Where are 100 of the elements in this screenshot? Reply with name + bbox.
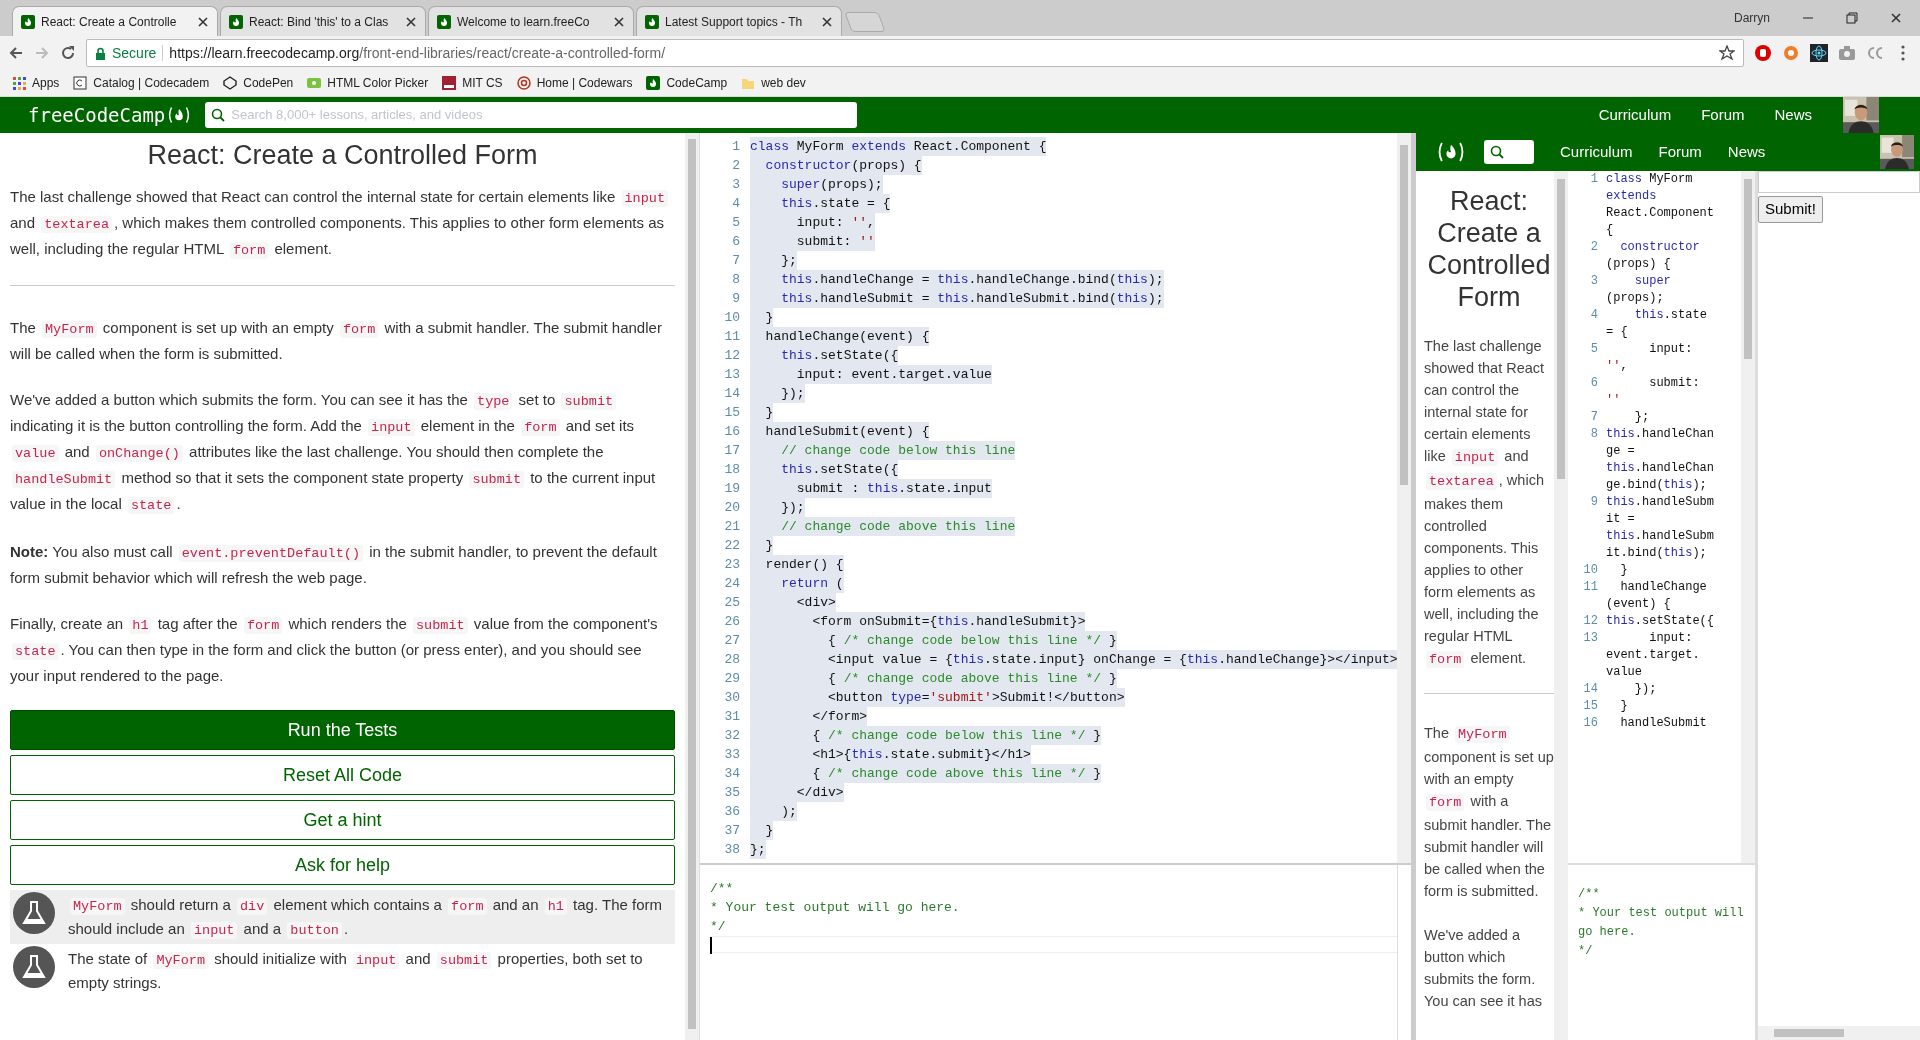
browser-tab[interactable]: React: Bind 'this' to a Clas: [220, 6, 426, 36]
action-button[interactable]: Run the Tests: [10, 710, 675, 751]
search-icon: [1490, 145, 1504, 159]
close-icon[interactable]: [1890, 12, 1902, 24]
bookmark-link[interactable]: Catalog | Codecadem: [73, 74, 210, 92]
line-number: 10: [1582, 562, 1598, 579]
line-number: 5: [731, 214, 740, 232]
line-number: 11: [1582, 579, 1598, 596]
scrollbar[interactable]: [685, 133, 699, 1040]
line-number: 15: [1582, 698, 1598, 715]
code-line: this.setState({: [1606, 613, 1714, 630]
test-description: MyForm should return a div element which contains a form and an h1 tag. The form should include an input and a button .: [68, 895, 664, 942]
lifebuoy-icon[interactable]: [1782, 44, 1800, 62]
search-box[interactable]: [1484, 140, 1534, 164]
favicon-icon: [645, 14, 659, 29]
scrollbar-thumb[interactable]: [1744, 179, 1752, 359]
instruction-paragraph: The last challenge showed that React can control the internal state for certain elements like input and textarea , which makes them controlled components. This applies to other form elements as well, including the regular HTML form element.: [10, 185, 675, 264]
line-number: 31: [723, 708, 740, 726]
close-icon[interactable]: [405, 15, 417, 28]
code-line: constructor (props) {: [1606, 239, 1701, 273]
input-field[interactable]: [1758, 171, 1920, 193]
new-tab-button[interactable]: [844, 12, 886, 32]
line-number: 3: [1589, 273, 1598, 290]
address-bar[interactable]: Secure https://learn.freecodecamp.org/front-end-libraries/react/create-a-controlled-form/: [86, 39, 1744, 67]
line-number: 5: [1589, 341, 1598, 358]
text-cursor: [710, 937, 712, 954]
closed-captions-icon[interactable]: [1866, 44, 1884, 62]
action-button[interactable]: Get a hint: [10, 800, 675, 841]
close-icon[interactable]: [821, 15, 833, 28]
search-field[interactable]: Search 8,000+ lessons, articles, and videos: [205, 102, 858, 128]
scrollbar-thumb[interactable]: [1400, 145, 1408, 485]
bookmark-link[interactable]: Home | Codewars: [516, 74, 633, 92]
bookmark-link[interactable]: HTML Color Picker: [307, 74, 429, 92]
nav-link[interactable]: Curriculum: [1598, 103, 1672, 127]
spiral-icon: [516, 76, 531, 90]
scrollbar[interactable]: [1397, 133, 1411, 863]
flask-icon: [12, 891, 56, 936]
line-number: 2: [1589, 239, 1598, 256]
favicon-icon: [437, 14, 451, 29]
bookmark-link[interactable]: Apps: [12, 74, 60, 92]
line-number: 1: [731, 138, 740, 156]
instruction-paragraph: We've added a button which submits the form. You can see it has the type set to submit indicating it is the button controlling the form. Add the input element in the form and set its value and onChange() attributes like the last challenge. You should then complete the handleSubmit method so that it sets the component state property submit to the current input value in the local state .: [10, 390, 657, 517]
browser-tab[interactable]: React: Create a Controlle: [12, 6, 218, 36]
line-number: 7: [731, 252, 740, 270]
bookmark-link[interactable]: web dev: [741, 74, 806, 92]
scrollbar[interactable]: [1758, 1026, 1920, 1040]
page-icon: [73, 76, 88, 90]
stop-sign-icon[interactable]: [1754, 44, 1772, 62]
atom-icon[interactable]: [1810, 44, 1828, 62]
line-number: 6: [1589, 375, 1598, 392]
code-line: this.handleSubmit = this.handleSubmit.bind(this);: [1606, 494, 1714, 562]
line-number: 33: [723, 746, 740, 764]
browser-tab[interactable]: Welcome to learn.freeCo: [428, 6, 634, 36]
bookmark-link[interactable]: CodePen: [223, 74, 294, 92]
bookmark-link[interactable]: CodeCamp: [646, 74, 728, 92]
nav-link[interactable]: Forum: [1701, 103, 1745, 127]
url-text: https://learn.freecodecamp.org/front-end-libraries/react/create-a-controlled-form/: [169, 43, 666, 63]
star-icon[interactable]: [1719, 45, 1735, 61]
action-button[interactable]: Ask for help: [10, 845, 675, 886]
profile-name[interactable]: Darryn: [1734, 9, 1770, 27]
submit-button[interactable]: Submit!: [1758, 196, 1823, 223]
line-number: 9: [731, 290, 740, 308]
scrollbar-thumb[interactable]: [1774, 1029, 1844, 1037]
badge-icon: [442, 76, 457, 90]
close-icon[interactable]: [197, 15, 209, 28]
favicon-icon: [21, 14, 35, 29]
line-number: 16: [723, 423, 740, 441]
code-line: }: [1619, 562, 1629, 579]
bookmark-link[interactable]: MIT CS: [442, 74, 503, 92]
reload-icon[interactable]: [60, 45, 76, 61]
line-number: 4: [731, 195, 740, 213]
line-number: 12: [1582, 613, 1598, 630]
restore-icon[interactable]: [1846, 12, 1858, 24]
favicon-icon: [229, 14, 243, 29]
line-number: 15: [723, 404, 740, 422]
scrollbar[interactable]: [1554, 171, 1568, 1040]
logo-link[interactable]: freeCodeCamp: [28, 100, 192, 130]
nav-link[interactable]: Forum: [1658, 140, 1702, 164]
scrollbar-thumb[interactable]: [688, 139, 696, 1029]
back-arrow-icon[interactable]: [8, 45, 24, 61]
scrollbar-thumb[interactable]: [1557, 179, 1565, 479]
line-number: 6: [731, 233, 740, 251]
code-line: }: [1619, 698, 1629, 715]
line-number: 28: [723, 651, 740, 669]
cube-icon: [223, 76, 238, 90]
camera-icon[interactable]: [1838, 44, 1856, 62]
nav-link[interactable]: News: [1774, 103, 1812, 127]
test-output: /** * Your test output will go here. */: [710, 880, 961, 936]
nav-link[interactable]: Curriculum: [1560, 140, 1633, 164]
test-output: /** * Your test output will go here. */: [1578, 886, 1745, 960]
code-line: super (props);: [1606, 273, 1672, 307]
action-button[interactable]: Reset All Code: [10, 755, 675, 796]
nav-link[interactable]: News: [1727, 140, 1766, 164]
line-number: 8: [731, 271, 740, 289]
browser-tab[interactable]: Latest Support topics - Th: [636, 6, 842, 36]
line-number: 22: [723, 537, 740, 555]
line-number: 4: [1589, 307, 1598, 324]
line-number: 18: [723, 461, 740, 479]
close-icon[interactable]: [613, 15, 625, 28]
scrollbar[interactable]: [1741, 171, 1755, 863]
